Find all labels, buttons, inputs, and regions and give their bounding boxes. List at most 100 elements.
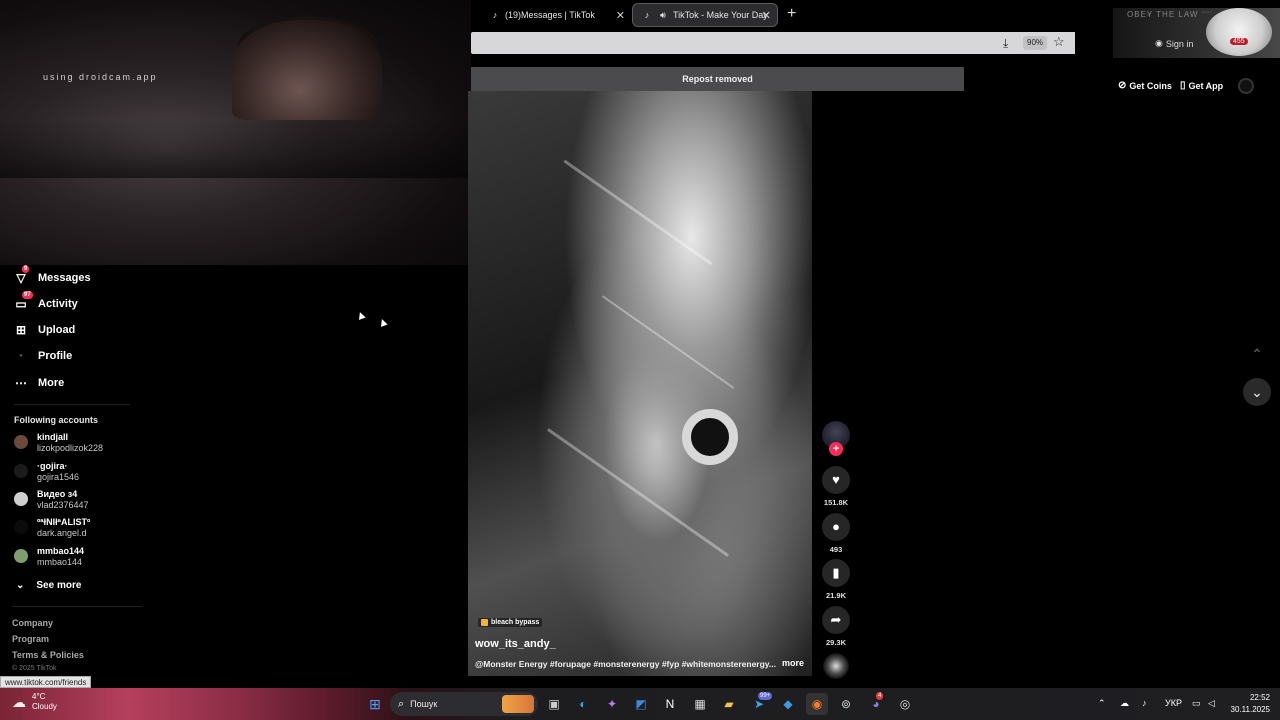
account-handle: vlad2376447 xyxy=(37,500,89,510)
list-item[interactable]: Видео з4 vlad2376447 xyxy=(14,489,89,511)
see-more-button[interactable]: ⌄ See more xyxy=(16,580,81,591)
follow-plus-icon[interactable]: + xyxy=(829,442,843,456)
like-heart-icon[interactable]: ♥ xyxy=(822,466,850,494)
close-icon[interactable]: ✕ xyxy=(616,9,625,22)
divider xyxy=(14,404,130,405)
search-highlight-icon xyxy=(502,695,534,713)
phone-icon: ▯ xyxy=(1180,80,1186,91)
account-name: mmbao144 xyxy=(37,546,85,556)
user-circle-icon: ◉ xyxy=(1155,38,1163,48)
get-app-button[interactable]: ▯ Get App xyxy=(1180,80,1223,91)
like-count: 151.8K xyxy=(823,498,849,507)
share-arrow-icon[interactable]: ➦ xyxy=(822,606,850,634)
video-author[interactable]: wow_its_andy_ xyxy=(475,638,556,650)
see-more-label: See more xyxy=(36,580,82,591)
get-app-label: Get App xyxy=(1188,80,1224,91)
profile-icon: ● xyxy=(19,353,23,359)
video-streak xyxy=(601,295,735,389)
paper-plane-icon: ▽ 9 xyxy=(16,265,30,285)
tray-chevron-up-icon[interactable]: ⌃ xyxy=(1098,698,1106,709)
zoom-level[interactable]: 90% xyxy=(1023,36,1048,50)
outlook-icon[interactable]: ◩ xyxy=(630,693,652,715)
tab-messages[interactable]: ♪ (19)Messages | TikTok ✕ xyxy=(481,3,631,27)
sidebar-item-more[interactable]: ⋯ More xyxy=(14,376,64,390)
effect-icon xyxy=(481,619,488,626)
profile-avatar[interactable] xyxy=(1238,78,1254,94)
speaker-icon[interactable]: 🔊︎ xyxy=(657,10,669,21)
coin-icon: ⊘ xyxy=(1118,80,1127,91)
sidebar-item-label: More xyxy=(38,377,65,389)
cloud-icon: ☁ xyxy=(12,693,26,710)
obs-icon[interactable]: ◎ xyxy=(894,693,916,715)
address-bar[interactable]: ⤓ 90% ☆ xyxy=(471,32,1075,54)
weather-widget[interactable]: ☁ 4°C Cloudy xyxy=(12,692,57,712)
chevron-down-icon[interactable]: ⌄ xyxy=(1243,378,1271,406)
sidebar-item-label: Upload xyxy=(38,324,76,336)
list-item[interactable]: ºªłNIłªALISTº dark.angel.d xyxy=(14,517,90,539)
sidebar-item-activity[interactable]: ▭ 97 Activity xyxy=(14,291,78,311)
vscode-icon[interactable]: ◆ xyxy=(777,693,799,715)
folder-icon[interactable]: ▰ xyxy=(718,693,740,715)
sidebar-item-upload[interactable]: ⊞ Upload xyxy=(14,323,75,337)
task-view-icon[interactable]: ▣ xyxy=(543,693,565,715)
sidebar-item-label: Messages xyxy=(38,272,91,284)
description-more-button[interactable]: more xyxy=(782,658,804,668)
store-icon[interactable]: ▦ xyxy=(689,693,711,715)
copilot-icon[interactable]: ✦ xyxy=(601,693,623,715)
list-item[interactable]: kindjall lizokpodlizok228 xyxy=(14,432,103,454)
firefox-icon[interactable]: ◉ xyxy=(806,693,828,715)
list-item[interactable]: mmbao144 mmbao144 xyxy=(14,546,84,568)
inbox-icon: ▭ 97 xyxy=(15,291,33,311)
effect-chip[interactable]: bleach bypass xyxy=(478,618,543,627)
header-avatar[interactable]: 455 xyxy=(1206,8,1272,56)
status-url-tooltip: www.tiktok.com/friends xyxy=(0,676,92,688)
download-icon[interactable]: ⤓ xyxy=(1003,36,1008,51)
avatar xyxy=(14,549,28,563)
volume-icon[interactable]: ◁ xyxy=(1208,698,1215,709)
sign-in-button[interactable]: ◉ Sign in xyxy=(1155,38,1193,49)
webcam-watermark: using droidcam.app xyxy=(43,72,158,82)
share-count: 29.3K xyxy=(825,638,846,647)
get-coins-button[interactable]: ⊘ Get Coins xyxy=(1118,80,1172,91)
network-icon[interactable]: ▭ xyxy=(1192,698,1201,709)
sidebar-item-messages[interactable]: ▽ 9 Messages xyxy=(14,265,91,285)
tiktok-icon: ♪ xyxy=(644,10,650,20)
sidebar-item-profile[interactable]: ● Profile xyxy=(14,350,72,362)
video-player[interactable] xyxy=(468,91,812,676)
sidebar-item-label: Activity xyxy=(38,298,78,310)
footer-terms-link[interactable]: Terms & Policies xyxy=(12,650,84,660)
activity-badge: 97 xyxy=(22,291,33,299)
windows-start-icon[interactable]: ⊞ xyxy=(364,693,386,715)
repost-removed-banner: Repost removed xyxy=(471,67,964,91)
system-clock[interactable]: 22:52 30.11.2025 xyxy=(1228,692,1270,716)
taskbar-search[interactable]: ⌕ Пошук xyxy=(390,692,538,716)
sidebar-item-label: Profile xyxy=(38,350,73,362)
tab-tiktok[interactable]: ♪ 🔊︎ TikTok - Make Your Day ✕ xyxy=(632,3,778,27)
account-name: ºªłNIłªALISTº xyxy=(37,517,91,527)
divider xyxy=(12,606,142,607)
messages-badge: 9 xyxy=(22,265,30,273)
comment-icon[interactable]: ● xyxy=(822,513,850,541)
bookmark-icon[interactable]: ▮ xyxy=(822,559,850,587)
webcam-overlay: using droidcam.app xyxy=(0,0,471,265)
more-dots-icon: ⋯ xyxy=(15,376,27,390)
bookmark-star-icon[interactable]: ☆ xyxy=(1053,34,1065,50)
footer-program-link[interactable]: Program xyxy=(12,634,49,644)
onedrive-cloud-icon[interactable]: ☁ xyxy=(1120,698,1129,709)
language-indicator[interactable]: УКР xyxy=(1165,698,1182,708)
list-item[interactable]: ·gojira· gojira1546 xyxy=(14,461,79,483)
effect-label: bleach bypass xyxy=(491,619,540,626)
notion-icon[interactable]: N xyxy=(659,693,681,715)
music-disc-icon[interactable] xyxy=(823,653,849,679)
copyright: © 2025 TikTok xyxy=(12,665,57,672)
microphone-icon[interactable]: ♪ xyxy=(1142,698,1147,708)
telegram-badge: 99+ xyxy=(758,692,773,700)
new-tab-button[interactable]: + xyxy=(787,5,796,23)
chevron-up-icon[interactable]: ⌃ xyxy=(1243,340,1271,368)
edge-icon[interactable]: ◐ xyxy=(572,693,594,715)
footer-company-link[interactable]: Company xyxy=(12,618,53,628)
search-placeholder: Пошук xyxy=(410,699,438,709)
sign-in-label: Sign in xyxy=(1165,38,1194,49)
steam-icon[interactable]: ⊚ xyxy=(835,693,857,715)
close-icon[interactable]: ✕ xyxy=(762,9,771,22)
